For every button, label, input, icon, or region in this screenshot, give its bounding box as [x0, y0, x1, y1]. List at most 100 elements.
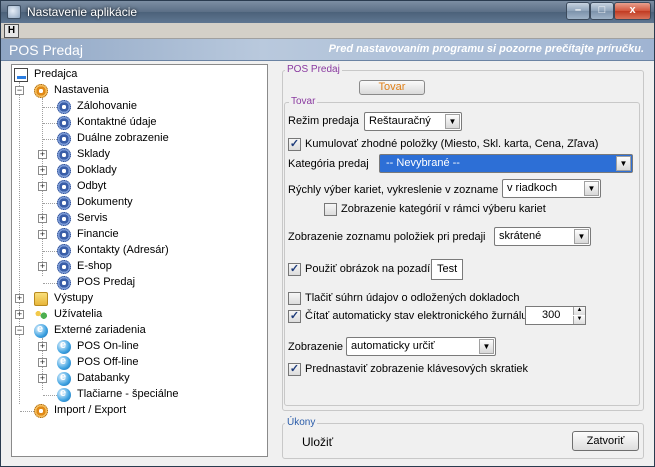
zobrazenie-label: Zobrazenie: [288, 341, 344, 353]
ukony-legend: Úkony: [285, 417, 318, 428]
settings-window: Nastavenie aplikácie – □ x H POS Predaj …: [0, 0, 655, 467]
globe-icon: [57, 371, 71, 386]
users-icon: [34, 308, 48, 322]
tlacit-label: Tlačiť súhrn údajov o odložených doklado…: [305, 292, 520, 304]
expand-icon[interactable]: +: [38, 358, 47, 367]
gear-icon: [57, 276, 71, 290]
header-note: Pred nastavovaním programu si pozorne pr…: [328, 43, 644, 55]
expand-icon[interactable]: +: [38, 150, 47, 159]
kategoria-label: Kategória predaj: [288, 158, 369, 170]
close-window-button[interactable]: x: [614, 2, 651, 20]
minimize-button[interactable]: –: [566, 2, 590, 20]
tree-line: [19, 82, 20, 404]
zobrazenie-kategorii-checkbox[interactable]: [324, 203, 337, 216]
page-title: POS Predaj: [9, 42, 83, 58]
tree-label: Sklady: [77, 148, 111, 160]
globe-icon: [57, 355, 71, 370]
expand-icon[interactable]: +: [38, 182, 47, 191]
expand-icon[interactable]: +: [38, 374, 47, 383]
zobrazenie-kategorii-label: Zobrazenie kategórií v rámci výberu kari…: [341, 203, 546, 215]
expand-icon[interactable]: +: [15, 310, 24, 319]
zoznam-value: skrátené: [499, 230, 542, 242]
prednastavit-checkbox[interactable]: ✓: [288, 363, 301, 376]
citat-stepper[interactable]: 300 ▲ ▼: [525, 306, 586, 325]
zatvorit-button[interactable]: Zatvoriť: [572, 431, 639, 451]
kategoria-select[interactable]: -- Nevybrané -- ▼: [379, 154, 633, 173]
tree-label: Databanky: [77, 372, 130, 384]
tree-label: Predajca: [34, 68, 78, 80]
kategoria-value: -- Nevybrané --: [386, 157, 460, 169]
collapse-icon[interactable]: −: [15, 86, 24, 95]
gear-icon: [57, 228, 71, 242]
tree-label: Servis: [77, 212, 108, 224]
tree-label: Zálohovanie: [77, 100, 137, 112]
obrazok-checkbox[interactable]: ✓: [288, 263, 301, 276]
rychly-select[interactable]: v riadkoch ▼: [502, 179, 601, 198]
zobrazenie-select[interactable]: automaticky určiť ▼: [346, 337, 496, 356]
zobrazenie-value: automaticky určiť: [351, 340, 435, 352]
tree-label: Duálne zobrazenie: [77, 132, 169, 144]
window-title: Nastavenie aplikácie: [27, 5, 138, 19]
title-bar[interactable]: Nastavenie aplikácie – □ x: [1, 1, 654, 23]
tree-label: Odbyt: [77, 180, 107, 192]
collapse-icon[interactable]: −: [15, 326, 24, 335]
tree-label: Dokumenty: [77, 196, 133, 208]
gear-icon: [57, 164, 71, 178]
maximize-button[interactable]: □: [590, 2, 614, 20]
rychly-label: Rýchly výber kariet, vykreslenie v zozna…: [288, 184, 499, 196]
gear-icon: [57, 212, 71, 226]
expand-icon[interactable]: +: [38, 166, 47, 175]
tovar-legend: Tovar: [289, 96, 318, 107]
prednastavit-label: Prednastaviť zobrazenie klávesových skra…: [305, 363, 529, 375]
zoznam-select[interactable]: skrátené ▼: [494, 227, 591, 246]
tree-label: Výstupy: [54, 292, 94, 304]
rezim-select[interactable]: Reštauračný ▼: [364, 112, 462, 131]
tree-label: Doklady: [77, 164, 117, 176]
stepper-up-icon[interactable]: ▲: [573, 307, 585, 315]
rezim-value: Reštauračný: [369, 115, 431, 127]
gear-icon: [57, 196, 71, 210]
expand-icon[interactable]: +: [38, 214, 47, 223]
settings-tree[interactable]: Predajca − Nastavenia Zálohovanie Kontak…: [11, 64, 268, 457]
folder-icon: [34, 292, 48, 306]
expand-icon[interactable]: +: [38, 230, 47, 239]
gear-icon: [34, 84, 48, 98]
obrazok-label: Použiť obrázok na pozadí: [305, 263, 431, 275]
tree-label: Externé zariadenia: [54, 324, 146, 336]
expand-icon[interactable]: +: [38, 262, 47, 271]
tree-label: Nastavenia: [54, 84, 110, 96]
gear-icon: [57, 260, 71, 274]
help-button[interactable]: H: [4, 24, 19, 38]
rezim-label: Režim predaja: [288, 115, 359, 127]
expand-icon[interactable]: +: [15, 294, 24, 303]
app-icon: [7, 5, 21, 19]
chevron-down-icon: ▼: [616, 156, 631, 171]
citat-value: 300: [542, 309, 561, 321]
tree-label: Import / Export: [54, 404, 127, 416]
globe-icon: [57, 387, 71, 402]
tree-label: Kontakty (Adresár): [77, 244, 169, 256]
gear-icon: [57, 100, 71, 114]
chevron-down-icon: ▼: [479, 339, 494, 354]
tree-label: Užívatelia: [54, 308, 103, 320]
ulozit-button[interactable]: Uložiť: [302, 435, 333, 449]
toolbar: H: [1, 23, 654, 39]
gear-icon: [57, 148, 71, 162]
gear-icon: [57, 132, 71, 146]
tree-label: Financie: [77, 228, 119, 240]
pos-predaj-legend: POS Predaj: [285, 64, 342, 75]
globe-icon: [34, 323, 48, 338]
citat-checkbox[interactable]: ✓: [288, 310, 301, 323]
tab-tovar[interactable]: Tovar: [359, 80, 425, 95]
chevron-down-icon: ▼: [445, 114, 460, 129]
kumulovat-checkbox[interactable]: ✓: [288, 138, 301, 151]
zoznam-label: Zobrazenie zoznamu položiek pri predaji: [288, 231, 486, 243]
expand-icon[interactable]: +: [38, 342, 47, 351]
header-banner: POS Predaj Pred nastavovaním programu si…: [1, 39, 654, 61]
tlacit-checkbox[interactable]: [288, 292, 301, 305]
stepper-down-icon[interactable]: ▼: [573, 316, 585, 324]
chevron-down-icon: ▼: [574, 229, 589, 244]
gear-icon: [57, 180, 71, 194]
gear-icon: [57, 116, 71, 130]
test-button[interactable]: Test: [431, 259, 463, 280]
